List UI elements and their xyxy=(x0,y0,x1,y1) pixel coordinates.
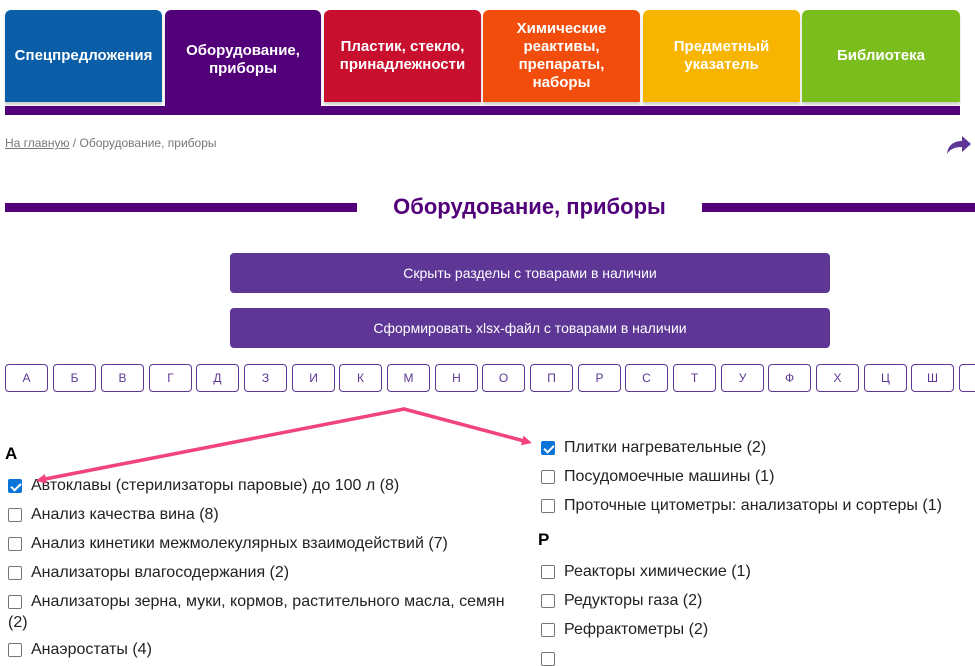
item-checkbox[interactable] xyxy=(541,565,555,579)
letter-button[interactable]: З xyxy=(244,364,287,392)
title-divider-left xyxy=(5,203,357,212)
letter-button[interactable]: Т xyxy=(673,364,716,392)
letter-button[interactable]: Ш xyxy=(911,364,954,392)
item-checkbox[interactable] xyxy=(8,643,22,657)
tabs-underline-bar xyxy=(5,106,960,115)
item-label[interactable]: Проточные цитометры: анализаторы и сорте… xyxy=(564,496,942,516)
item-checkbox[interactable] xyxy=(8,537,22,551)
item-checkbox[interactable] xyxy=(541,499,555,513)
tab-subject-index[interactable]: Предметный указатель xyxy=(643,10,800,102)
letter-button[interactable]: Ц xyxy=(864,364,907,392)
tab-equipment[interactable]: Оборудование, приборы xyxy=(165,10,321,110)
tab-label: Спецпредложения xyxy=(14,47,153,64)
item-checkbox[interactable] xyxy=(8,595,22,609)
generate-xlsx-button[interactable]: Сформировать xlsx-файл с товарами в нали… xyxy=(230,308,830,348)
item-label[interactable]: Анаэростаты (4) xyxy=(31,640,152,660)
item-checkbox[interactable] xyxy=(8,566,22,580)
item-label[interactable]: Плитки нагревательные (2) xyxy=(564,438,766,458)
tab-chemicals[interactable]: Химические реактивы, препараты, наборы xyxy=(483,10,640,102)
letter-button[interactable]: С xyxy=(625,364,668,392)
letter-button[interactable]: М xyxy=(387,364,430,392)
letter-button[interactable]: Г xyxy=(149,364,192,392)
tab-label: Химические реактивы, препараты, наборы xyxy=(516,20,607,91)
item-checkbox[interactable] xyxy=(541,623,555,637)
tab-label: Пластик, стекло, принадлежности xyxy=(339,38,466,73)
section-letter-r: Р xyxy=(538,530,550,549)
item-checkbox[interactable] xyxy=(541,594,555,608)
letter-button[interactable]: Х xyxy=(816,364,859,392)
letter-button[interactable]: А xyxy=(5,364,48,392)
tab-label: Библиотека xyxy=(837,47,925,64)
item-checkbox[interactable] xyxy=(541,470,555,484)
letter-button[interactable]: П xyxy=(530,364,573,392)
letter-button[interactable]: Д xyxy=(196,364,239,392)
item-label[interactable]: Анализ кинетики межмолекулярных взаимоде… xyxy=(31,534,448,554)
tab-library[interactable]: Библиотека xyxy=(802,10,960,102)
item-label[interactable]: Рефрактометры (2) xyxy=(564,620,708,640)
letter-button[interactable]: Ф xyxy=(768,364,811,392)
annotation-arrow-right xyxy=(402,407,532,446)
letter-button[interactable]: У xyxy=(721,364,764,392)
tab-special-offers[interactable]: Спецпредложения xyxy=(5,10,162,102)
tab-label: Оборудование, приборы xyxy=(186,42,300,77)
item-checkbox[interactable] xyxy=(541,441,555,455)
tab-label: Предметный указатель xyxy=(673,38,770,73)
letter-button[interactable]: Р xyxy=(578,364,621,392)
breadcrumb-current: Оборудование, приборы xyxy=(79,136,217,150)
item-label[interactable]: Анализаторы влагосодержания (2) xyxy=(31,563,289,583)
item-label[interactable]: Анализаторы зерна, муки, кормов, растите… xyxy=(31,592,505,612)
letter-button[interactable]: В xyxy=(101,364,144,392)
letter-button[interactable]: Н xyxy=(435,364,478,392)
tab-plastic-glass[interactable]: Пластик, стекло, принадлежности xyxy=(324,10,481,102)
letter-button[interactable]: И xyxy=(292,364,335,392)
breadcrumb-home-link[interactable]: На главную xyxy=(5,136,69,150)
item-label[interactable]: Редукторы газа (2) xyxy=(564,591,702,611)
hide-in-stock-sections-button[interactable]: Скрыть разделы с товарами в наличии xyxy=(230,253,830,293)
letter-button[interactable] xyxy=(959,364,975,392)
item-checkbox[interactable] xyxy=(541,652,555,666)
annotation-arrow-left xyxy=(36,407,406,484)
item-label[interactable]: Посудомоечные машины (1) xyxy=(564,467,774,487)
title-divider-right xyxy=(702,203,975,212)
item-checkbox[interactable] xyxy=(8,479,22,493)
item-label[interactable]: Реакторы химические (1) xyxy=(564,562,751,582)
breadcrumb-separator: / xyxy=(69,136,80,150)
share-icon[interactable] xyxy=(944,134,972,156)
letter-button[interactable]: К xyxy=(339,364,382,392)
section-letter-a: А xyxy=(5,444,18,463)
page-title: Оборудование, приборы xyxy=(393,194,666,219)
letter-button[interactable]: О xyxy=(482,364,525,392)
top-navigation: Спецпредложения Оборудование, приборы Пл… xyxy=(5,10,960,110)
letter-button[interactable]: Б xyxy=(53,364,96,392)
item-label[interactable]: Анализ качества вина (8) xyxy=(31,505,219,525)
breadcrumb: На главную / Оборудование, приборы xyxy=(5,136,217,150)
item-label-continued[interactable]: (2) xyxy=(8,613,28,633)
item-label[interactable]: Автоклавы (стерилизаторы паровые) до 100… xyxy=(31,476,399,496)
item-checkbox[interactable] xyxy=(8,508,22,522)
